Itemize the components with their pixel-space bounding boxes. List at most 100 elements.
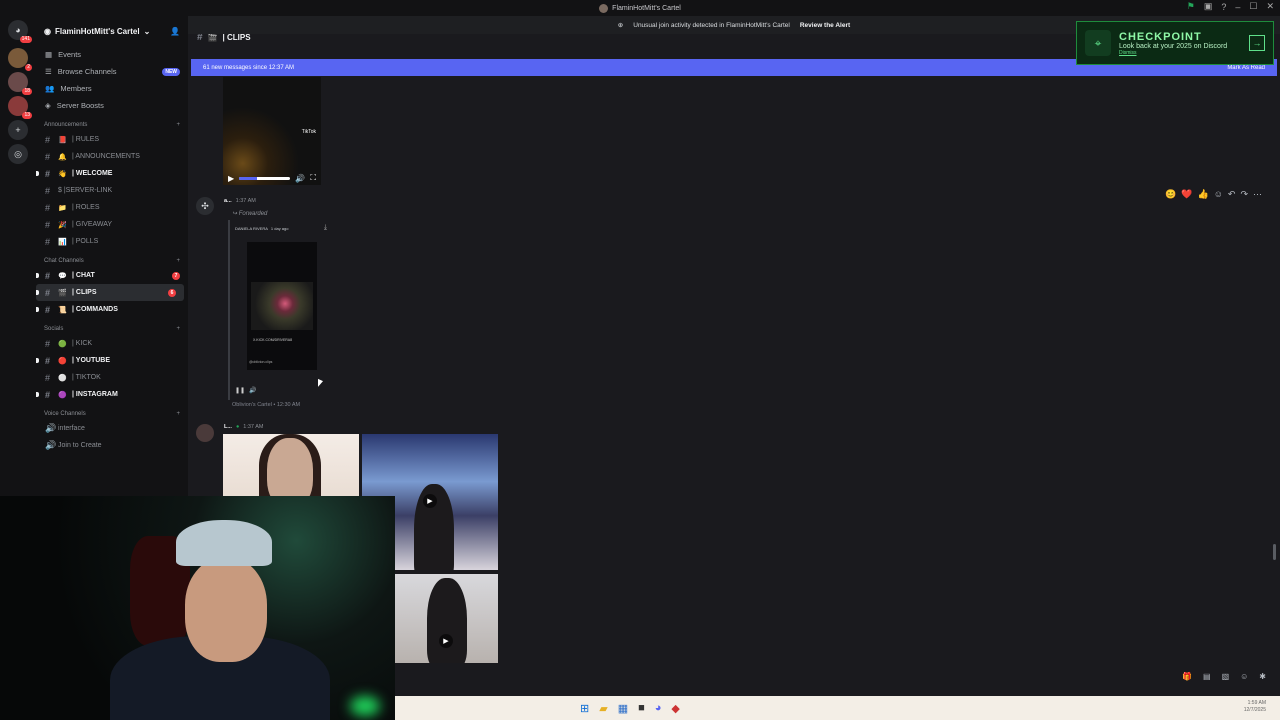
embed-controls: ❚❚ 🔊 (235, 387, 257, 394)
channel-item[interactable]: # 📁 | ROLES (36, 199, 188, 216)
nav-server-boosts[interactable]: ◈ Server Boosts (36, 97, 188, 114)
mark-as-read-button[interactable]: Mark As Read (1227, 65, 1265, 71)
more-icon[interactable]: ⋯ (1253, 189, 1262, 200)
channel-item[interactable]: # 🟣 | INSTAGRAM (36, 386, 188, 403)
play-icon[interactable]: ▶ (423, 494, 437, 508)
avatar[interactable]: ✣ (196, 197, 214, 215)
nav-events[interactable]: ▦ Events (36, 46, 188, 63)
emoji-icon[interactable]: ☺ (1240, 672, 1248, 681)
add-server-icon[interactable]: + (8, 120, 28, 140)
image-content (427, 578, 467, 663)
server-rail: ◕ 141 2 18 13 + ◎ (0, 16, 36, 496)
nav-label: Browse Channels (57, 67, 117, 76)
file-explorer-icon[interactable]: ▰ (599, 702, 607, 715)
hash-icon: # (45, 355, 51, 366)
forwarded-embed[interactable]: DANIELA RIVERA 1 day ago ⤓ X.KICK.COM/DR… (228, 220, 328, 400)
reaction-smile-icon[interactable]: 😊 (1165, 189, 1176, 200)
discord-home-icon[interactable]: ◕ 141 (8, 20, 32, 43)
dismiss-link[interactable]: Dismiss (1119, 50, 1227, 56)
nav-browse-channels[interactable]: ☰ Browse Channels NEW (36, 63, 188, 80)
channel-item[interactable]: 🔊 interface (36, 420, 188, 437)
channel-item[interactable]: # 🟢 | KICK (36, 335, 188, 352)
discord-taskbar-icon[interactable]: ◕ (655, 702, 662, 715)
video-progress[interactable] (239, 176, 291, 180)
video-player[interactable]: TikTok ▶ 🔊 ⛶ (223, 77, 321, 185)
gallery-image-1[interactable] (223, 434, 359, 498)
channel-item[interactable]: # 💬 | CHAT 7 (36, 267, 188, 284)
category-label: Voice Channels (44, 411, 86, 417)
channel-item[interactable]: # 📊 | POLLS (36, 233, 188, 250)
gallery-video-3[interactable]: ▶ (395, 574, 498, 663)
server-icon-2[interactable]: 18 (8, 72, 32, 95)
play-icon[interactable]: ▶ (228, 174, 234, 183)
screen-icon[interactable]: ▣ (1204, 1, 1213, 12)
boost-icon: ◈ (45, 101, 51, 110)
volume-icon[interactable]: 🔊 (295, 174, 305, 183)
add-channel-icon[interactable]: + (176, 122, 180, 128)
gif-icon[interactable]: ▤ (1203, 672, 1211, 681)
review-alert-link[interactable]: Review the Alert (800, 22, 850, 29)
fullscreen-icon[interactable]: ⛶ (310, 173, 316, 183)
avatar[interactable] (196, 424, 214, 442)
forward-icon[interactable]: ↷ (1240, 189, 1248, 200)
channel-item[interactable]: # 📜 | COMMANDS (36, 301, 188, 318)
maximize-icon[interactable]: ☐ (1249, 1, 1257, 12)
terminal-icon[interactable]: ■ (638, 702, 645, 715)
channel-item[interactable]: # ⚪ | TIKTOK (36, 369, 188, 386)
server-icon-3[interactable]: 13 (8, 96, 32, 119)
reply-icon[interactable]: ↶ (1228, 189, 1236, 200)
channel-item[interactable]: 🔊 Join to Create (36, 437, 188, 454)
channel-item[interactable]: # 👋 | WELCOME (36, 165, 188, 182)
reaction-thumbs-icon[interactable]: 👍 (1197, 189, 1208, 200)
server-icon-1[interactable]: 2 (8, 48, 32, 71)
author-name[interactable]: L... (224, 424, 232, 430)
help-icon[interactable]: ? (1221, 2, 1226, 12)
nav-members[interactable]: 👥 Members (36, 80, 188, 97)
arrow-right-icon[interactable]: → (1249, 35, 1265, 51)
add-reaction-icon[interactable]: ☺ (1214, 189, 1223, 200)
invite-icon[interactable]: 👤 (170, 27, 180, 36)
hash-icon: # (45, 168, 51, 179)
author-name[interactable]: a... (224, 198, 232, 204)
channel-item[interactable]: # 🔔 | ANNOUNCEMENTS (36, 148, 188, 165)
store-icon[interactable]: ▦ (618, 702, 628, 715)
app-taskbar-icon[interactable]: ◆ (671, 702, 679, 715)
server-header[interactable]: ◉ FlaminHotMitt's Cartel ⌄ 👤 (36, 16, 188, 46)
channel-label: | KICK (72, 340, 93, 347)
channel-emoji: 🎬 (58, 289, 67, 297)
sticker-icon[interactable]: ▧ (1222, 672, 1230, 681)
checkpoint-banner[interactable]: ⌖ CHECKPOINT Look back at your 2025 on D… (1076, 21, 1274, 65)
category-socials[interactable]: Socials + (36, 318, 188, 335)
channel-item[interactable]: # 🎉 | GIVEAWAY (36, 216, 188, 233)
gift-icon[interactable]: 🎁 (1182, 672, 1192, 681)
window-title-group: FlaminHotMitt's Cartel (599, 3, 681, 13)
embed-video[interactable]: X.KICK.COM/DRIVERA8 @oblivion.clips (247, 242, 317, 370)
taskbar-clock[interactable]: 1:59 AM 12/7/2025 (1244, 700, 1266, 714)
forwarded-label: ↪ Forwarded (232, 210, 267, 217)
windows-start-icon[interactable]: ⊞ (580, 702, 589, 715)
explore-icon[interactable]: ◎ (8, 144, 28, 164)
volume-icon[interactable]: 🔊 (249, 387, 256, 394)
category-voice[interactable]: Voice Channels + (36, 403, 188, 420)
add-channel-icon[interactable]: + (176, 258, 180, 264)
forward-source[interactable]: Oblivion's Cartel • 12:30 AM (232, 402, 300, 408)
flag-icon[interactable]: ⚑ (1187, 1, 1195, 12)
add-channel-icon[interactable]: + (176, 326, 180, 332)
channel-item[interactable]: # 📕 | RULES (36, 131, 188, 148)
play-icon[interactable]: ▶ (439, 634, 453, 648)
scrollbar-thumb[interactable] (1273, 544, 1276, 560)
channel-emoji: 🔴 (58, 357, 67, 365)
category-announcements[interactable]: Announcements + (36, 114, 188, 131)
channel-item[interactable]: # $ |SERVER-LINK (36, 182, 188, 199)
minimize-icon[interactable]: – (1235, 2, 1240, 12)
reaction-heart-icon[interactable]: ❤️ (1181, 189, 1192, 200)
home-badge: 141 (19, 36, 32, 43)
channel-item[interactable]: # 🎬 | CLIPS 6 (36, 284, 184, 301)
channel-item[interactable]: # 🔴 | YOUTUBE (36, 352, 188, 369)
download-icon[interactable]: ⤓ (324, 224, 327, 232)
add-channel-icon[interactable]: + (176, 411, 180, 417)
category-chat[interactable]: Chat Channels + (36, 250, 188, 267)
apps-icon[interactable]: ✱ (1259, 672, 1266, 681)
pause-icon[interactable]: ❚❚ (235, 387, 245, 394)
close-icon[interactable]: ✕ (1266, 1, 1274, 12)
